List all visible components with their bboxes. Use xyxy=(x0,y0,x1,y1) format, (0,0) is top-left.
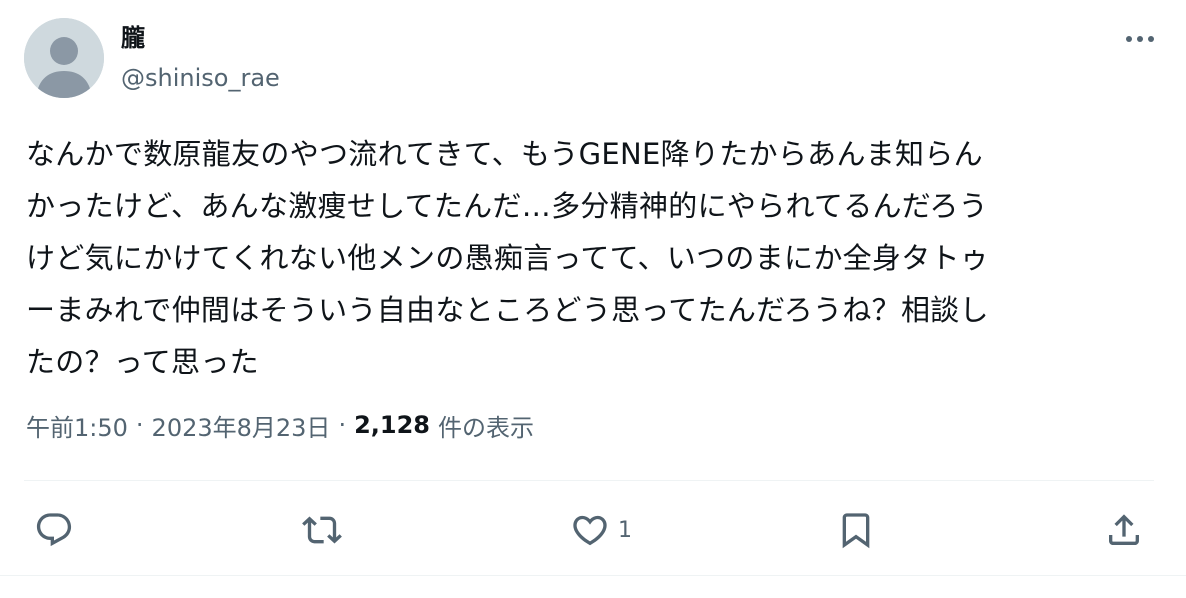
heart-icon xyxy=(573,515,607,546)
bookmark-button[interactable] xyxy=(836,508,876,552)
default-user-icon xyxy=(24,18,104,98)
display-name[interactable]: 朧 xyxy=(121,22,145,54)
views-label: 件の表示 xyxy=(438,413,534,442)
meta-separator: · xyxy=(338,411,347,439)
share-icon xyxy=(1109,514,1139,545)
tweet-text: なんかで数原龍友のやつ流れてきて、もうGENE降りたからあんま知らん かったけど… xyxy=(26,137,990,379)
tweet-meta: 午前1:50 · 2023年8月23日 · 2,128 件の表示 xyxy=(26,407,534,443)
reply-button[interactable] xyxy=(34,508,74,552)
tweet-date[interactable]: 2023年8月23日 xyxy=(152,408,331,443)
reply-icon xyxy=(36,513,72,547)
more-dots-icon xyxy=(1126,36,1154,42)
user-handle[interactable]: @shiniso_rae xyxy=(121,62,280,94)
share-button[interactable] xyxy=(1104,508,1144,552)
more-options-button[interactable] xyxy=(1120,24,1160,54)
like-count: 1 xyxy=(618,517,632,543)
meta-separator: · xyxy=(135,411,144,439)
bottom-divider xyxy=(0,575,1186,576)
views-count[interactable]: 2,128 xyxy=(354,411,430,439)
like-button[interactable]: 1 xyxy=(570,508,632,552)
tweet-card: 朧 @shiniso_rae なんかで数原龍友のやつ流れてきて、もうGENE降り… xyxy=(0,0,1186,598)
divider xyxy=(24,480,1154,481)
retweet-button[interactable] xyxy=(302,508,342,552)
tweet-time[interactable]: 午前1:50 xyxy=(26,408,128,443)
retweet-icon xyxy=(302,516,342,544)
avatar[interactable] xyxy=(24,18,104,98)
bookmark-icon xyxy=(842,513,870,549)
